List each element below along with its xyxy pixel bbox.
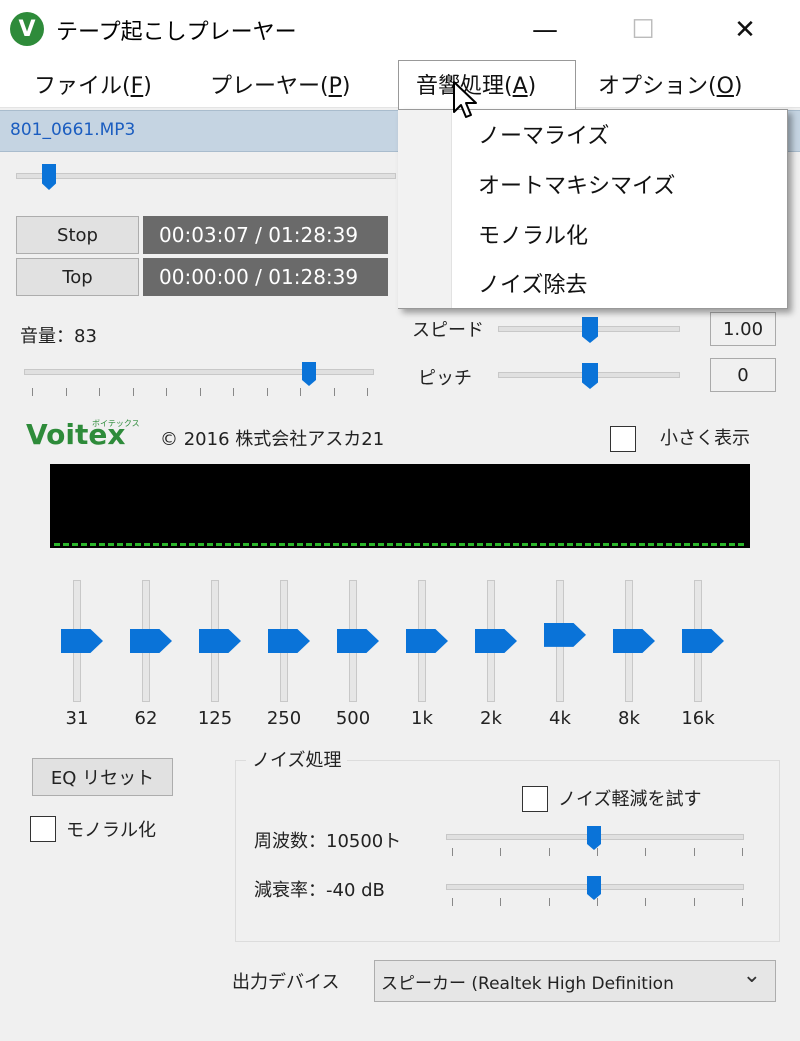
eq-thumb-2k[interactable] (475, 629, 517, 653)
stop-button[interactable]: Stop (16, 216, 139, 254)
eq-label-4k: 4k (549, 708, 571, 729)
mono-checkbox[interactable] (30, 816, 56, 842)
eq-label-2k: 2k (480, 708, 502, 729)
pitch-value[interactable]: 0 (710, 358, 776, 392)
menu-player[interactable]: プレーヤー(P) (210, 68, 350, 100)
volume-tick (99, 388, 100, 396)
seek-track[interactable] (16, 173, 396, 179)
volume-tick (132, 388, 134, 396)
volume-tick (367, 388, 368, 396)
eq-label-250: 250 (266, 708, 302, 729)
eq-thumb-250[interactable] (268, 629, 310, 653)
eq-thumb-62[interactable] (130, 629, 172, 653)
noise-tick (645, 898, 647, 906)
volume-tick (166, 388, 167, 396)
volume-thumb[interactable] (302, 362, 316, 386)
close-button[interactable]: ✕ (710, 0, 780, 60)
eq-thumb-16k[interactable] (682, 629, 724, 653)
eq-label-125: 125 (197, 708, 233, 729)
noise-tick (693, 898, 695, 906)
noise-tick (693, 848, 695, 856)
eq-thumb-500[interactable] (337, 629, 379, 653)
volume-tick (32, 388, 33, 396)
noise-try-checkbox[interactable] (522, 786, 548, 812)
noise-try-label: ノイズ軽減を試す (558, 789, 702, 810)
volume-label: 音量：83 (20, 326, 97, 347)
speed-value[interactable]: 1.00 (710, 312, 776, 346)
output-device-label: 出力デバイス (232, 972, 340, 993)
menu-item-auto-maximize[interactable]: オートマキシマイズ (478, 168, 675, 200)
speed-thumb[interactable] (582, 317, 598, 343)
voitex-logo-ruby: ボイテックス (92, 419, 140, 428)
mono-label: モノラル化 (66, 820, 156, 841)
noise-tick (500, 898, 502, 906)
menu-file[interactable]: ファイル(F) (34, 68, 152, 100)
eq-reset-button[interactable]: EQ リセット (32, 758, 173, 796)
maximize-button[interactable]: ☐ (608, 0, 678, 60)
volume-tick (233, 388, 234, 396)
file-name[interactable]: 801_0661.MP3 (10, 120, 135, 140)
dropdown-gutter (398, 110, 452, 308)
spectrum-display (50, 464, 750, 548)
noise-tick (548, 848, 550, 856)
pitch-thumb[interactable] (582, 363, 598, 389)
speed-label: スピード (412, 320, 484, 341)
frequency-label: 周波数：10500ト (254, 831, 402, 852)
eq-label-1k: 1k (411, 708, 433, 729)
copyright-text: © 2016 株式会社アスカ21 (160, 429, 385, 450)
time-start-display: 00:00:00 / 01:28:39 (143, 258, 388, 296)
volume-tick (300, 388, 301, 396)
volume-tick (65, 388, 67, 396)
menu-options[interactable]: オプション(O) (598, 68, 743, 100)
eq-label-16k: 16k (681, 708, 715, 729)
menu-item-noise-removal[interactable]: ノイズ除去 (478, 267, 587, 299)
volume-track[interactable] (24, 369, 374, 375)
noise-tick (500, 848, 502, 856)
chevron-down-icon: ⌄ (742, 963, 761, 988)
pitch-label: ピッチ (418, 368, 472, 389)
eq-thumb-8k[interactable] (613, 629, 655, 653)
small-view-checkbox[interactable] (610, 426, 636, 452)
seek-thumb[interactable] (42, 164, 56, 190)
eq-label-31: 31 (65, 708, 89, 729)
eq-thumb-31[interactable] (61, 629, 103, 653)
noise-tick (548, 898, 550, 906)
time-position-display: 00:03:07 / 01:28:39 (143, 216, 388, 254)
volume-tick (333, 388, 335, 396)
eq-label-500: 500 (335, 708, 371, 729)
app-icon: V (10, 12, 44, 46)
eq-label-62: 62 (134, 708, 158, 729)
mouse-cursor-icon (453, 81, 477, 118)
noise-tick (452, 848, 453, 856)
noise-tick (596, 898, 598, 906)
eq-thumb-1k[interactable] (406, 629, 448, 653)
small-view-label: 小さく表示 (660, 428, 750, 449)
noise-tick (741, 898, 743, 906)
attenuation-label: 減衰率：-40 dB (254, 880, 385, 901)
noise-tick (452, 898, 453, 906)
top-button[interactable]: Top (16, 258, 139, 296)
noise-tick (596, 848, 598, 856)
minimize-button[interactable]: — (510, 0, 580, 60)
window-title: テープ起こしプレーヤー (56, 20, 297, 45)
spectrum-bars (54, 543, 746, 546)
noise-tick (741, 848, 743, 856)
eq-thumb-125[interactable] (199, 629, 241, 653)
eq-thumb-4k[interactable] (544, 622, 586, 647)
menu-item-mono[interactable]: モノラル化 (478, 218, 588, 250)
volume-tick (266, 388, 268, 396)
noise-group-title: ノイズ処理 (246, 746, 348, 772)
eq-label-8k: 8k (618, 708, 640, 729)
noise-tick (645, 848, 647, 856)
volume-tick (199, 388, 201, 396)
output-device-select[interactable]: スピーカー (Realtek High Definition ⌄ (374, 960, 776, 1002)
output-device-value: スピーカー (Realtek High Definition (381, 974, 674, 994)
menu-item-normalize[interactable]: ノーマライズ (478, 118, 609, 150)
